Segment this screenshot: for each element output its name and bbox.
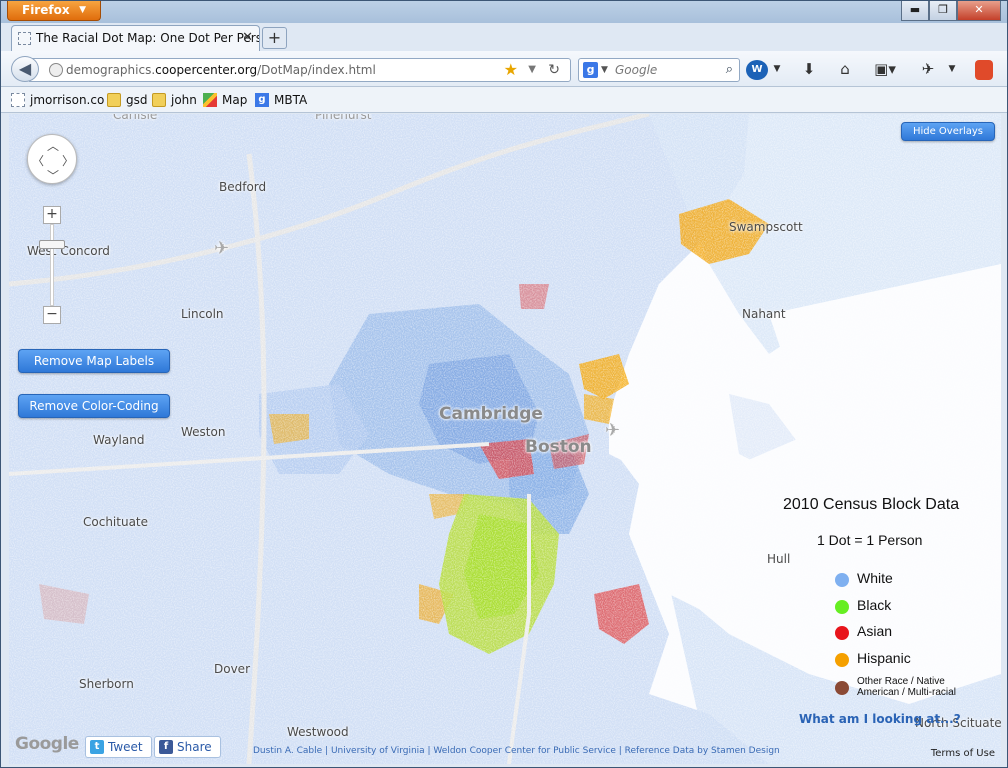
bookmark-gsd[interactable]: gsd xyxy=(107,91,148,109)
zoom-slider-track[interactable] xyxy=(50,224,54,306)
map-label-wayland: Wayland xyxy=(93,433,145,447)
tab-title: The Racial Dot Map: One Dot Per Person..… xyxy=(36,31,260,45)
hide-overlays-button[interactable]: Hide Overlays xyxy=(901,122,995,141)
bookmark-john[interactable]: john xyxy=(152,91,197,109)
url-path: /DotMap/index.html xyxy=(257,63,376,77)
bookmark-mbta[interactable]: g MBTA xyxy=(255,91,307,109)
terms-of-use-link[interactable]: Terms of Use xyxy=(931,748,995,759)
back-button[interactable]: ◀ xyxy=(11,56,39,82)
bookmarks-toolbar: jmorrison.co gsd john Map g MBTA xyxy=(1,87,1007,113)
dot-map[interactable]: Bedford Carlisle Pinehurst West Concord … xyxy=(9,114,1001,764)
legend-swatch xyxy=(835,573,849,587)
pan-left-icon[interactable]: 〈 xyxy=(32,152,44,169)
facebook-icon: f xyxy=(159,740,173,754)
remove-color-coding-button[interactable]: Remove Color-Coding xyxy=(18,394,170,418)
engine-dropdown-icon[interactable]: ▼ xyxy=(601,59,608,81)
map-label-nahant: Nahant xyxy=(742,307,786,321)
map-label-sherborn: Sherborn xyxy=(79,677,134,691)
map-label-swampscott: Swampscott xyxy=(729,220,803,234)
map-label-lincoln: Lincoln xyxy=(181,307,224,321)
tab-strip: The Racial Dot Map: One Dot Per Person..… xyxy=(1,23,1007,51)
map-label-weston: Weston xyxy=(181,425,226,439)
map-label-dover: Dover xyxy=(214,662,250,676)
minimize-button[interactable]: ▬ xyxy=(901,1,929,21)
google-icon: g xyxy=(255,93,269,107)
legend-swatch xyxy=(835,626,849,640)
url-host: coopercenter.org xyxy=(155,63,258,77)
pan-right-icon[interactable]: 〉 xyxy=(62,152,74,169)
tweet-button[interactable]: t Tweet xyxy=(85,736,152,758)
page-icon xyxy=(11,93,25,107)
tab-dotmap[interactable]: The Racial Dot Map: One Dot Per Person..… xyxy=(11,25,260,51)
airport-icon: ✈ xyxy=(605,420,621,441)
download-icon[interactable]: ⬇ xyxy=(797,58,821,82)
legend-title: 2010 Census Block Data xyxy=(783,496,960,513)
pan-up-icon[interactable]: ︿ xyxy=(47,137,59,154)
map-label-carlisle: Carlisle xyxy=(113,114,158,122)
legend-swatch xyxy=(835,681,849,695)
google-logo: Google xyxy=(15,734,79,754)
extension-icon[interactable]: ✈ xyxy=(915,58,941,82)
bookmark-star-icon[interactable]: ★ xyxy=(504,59,518,81)
legend-swatch xyxy=(835,600,849,614)
search-box[interactable]: g ▼ Google ⌕ xyxy=(578,58,740,82)
navigation-toolbar: demographics.coopercenter.org/DotMap/ind… xyxy=(1,51,1007,87)
page-favicon-icon xyxy=(18,32,31,45)
search-icon[interactable]: ⌕ xyxy=(726,59,733,81)
legend-item-other: Other Race / Native American / Multi-rac… xyxy=(835,676,985,698)
twitter-bird-icon: t xyxy=(90,740,104,754)
folder-icon xyxy=(152,93,166,107)
facebook-share-button[interactable]: f Share xyxy=(154,736,221,758)
dropdown-caret-icon: ▼ xyxy=(79,5,86,15)
legend-subtitle: 1 Dot = 1 Person xyxy=(817,532,923,548)
reload-icon[interactable]: ↻ xyxy=(548,59,560,81)
what-am-i-looking-at-link[interactable]: What am I looking at...? xyxy=(799,712,961,726)
census-legend: 2010 Census Block Data 1 Dot = 1 Person … xyxy=(769,492,991,712)
map-label-boston: Boston xyxy=(525,437,592,457)
globe-icon xyxy=(49,63,63,77)
legend-swatch xyxy=(835,653,849,667)
overflow-dropdown-icon[interactable]: ▼ xyxy=(945,58,959,82)
addon-icon[interactable]: W xyxy=(746,60,768,80)
pan-down-icon[interactable]: ﹀ xyxy=(47,167,59,184)
map-label-pinehurst: Pinehurst xyxy=(315,114,372,122)
bookmark-map[interactable]: Map xyxy=(203,91,247,109)
map-label-cambridge: Cambridge xyxy=(439,404,543,424)
close-tab-icon[interactable]: ✕ xyxy=(242,26,253,50)
addon-dropdown-icon[interactable]: ▼ xyxy=(771,58,783,82)
home-icon[interactable]: ⌂ xyxy=(833,58,857,82)
zoom-in-button[interactable]: + xyxy=(43,206,61,224)
google-engine-icon[interactable]: g xyxy=(583,62,598,78)
url-prefix: demographics. xyxy=(66,63,156,77)
airport-icon: ✈ xyxy=(214,238,230,259)
maps-icon xyxy=(203,93,217,107)
browser-window: Firefox ▼ ▬ ❐ ✕ The Racial Dot Map: One D… xyxy=(0,0,1008,768)
title-bar: Firefox ▼ ▬ ❐ ✕ xyxy=(1,1,1007,23)
url-bar[interactable]: demographics.coopercenter.org/DotMap/ind… xyxy=(29,58,571,82)
zoom-out-button[interactable]: − xyxy=(43,306,61,324)
map-label-bedford: Bedford xyxy=(219,180,267,194)
firefox-menu-button[interactable]: Firefox ▼ xyxy=(7,1,101,21)
credits-text[interactable]: Dustin A. Cable | University of Virginia… xyxy=(253,746,780,756)
pan-control[interactable]: ︿ ﹀ 〈 〉 xyxy=(27,134,77,184)
remove-map-labels-button[interactable]: Remove Map Labels xyxy=(18,349,170,373)
map-label-cochituate: Cochituate xyxy=(83,515,149,529)
new-tab-button[interactable]: + xyxy=(262,27,287,49)
bookmark-jmorrison[interactable]: jmorrison.co xyxy=(11,91,104,109)
maximize-button[interactable]: ❐ xyxy=(929,1,957,21)
folder-icon xyxy=(107,93,121,107)
close-window-button[interactable]: ✕ xyxy=(957,1,1001,21)
search-placeholder: Google xyxy=(615,63,658,77)
sync-icon[interactable] xyxy=(975,60,993,80)
bookmarks-menu-icon[interactable]: ▣▾ xyxy=(869,58,901,82)
map-label-westwood: Westwood xyxy=(287,725,349,739)
history-dropdown-icon[interactable]: ▼ xyxy=(528,59,536,81)
zoom-slider-thumb[interactable] xyxy=(39,240,65,249)
